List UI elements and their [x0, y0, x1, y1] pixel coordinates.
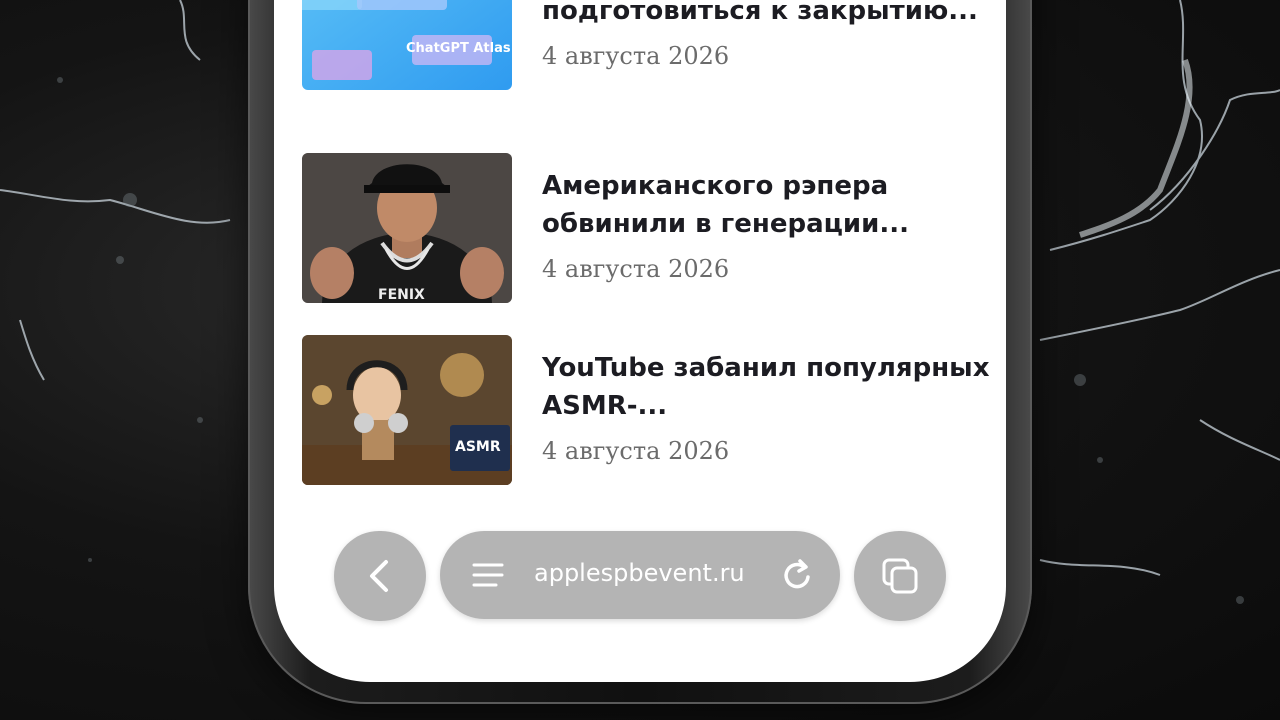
menu-icon[interactable] — [472, 561, 504, 589]
rapper-photo: FENIX — [302, 153, 512, 303]
back-button[interactable] — [334, 531, 426, 621]
article-thumbnail[interactable]: ASMR — [302, 335, 512, 485]
thumb-caption: ChatGPT Atlas — [406, 41, 511, 56]
chevron-left-icon — [370, 560, 388, 592]
address-bar[interactable]: applespbevent.ru — [440, 531, 840, 619]
asmr-label: ASMR — [455, 439, 501, 455]
tabs-icon — [882, 558, 918, 594]
article-item[interactable]: ASMR YouTube забанил популярных ASMR-...… — [302, 335, 992, 485]
asmr-illustration: ASMR — [302, 335, 512, 485]
svg-text:FENIX: FENIX — [378, 287, 425, 303]
article-date: 4 августа 2026 — [542, 42, 730, 70]
article-date: 4 августа 2026 — [542, 437, 730, 465]
article-item[interactable]: ChatGPT Atlas OpenAI объяснила, как подг… — [302, 0, 992, 90]
article-title[interactable]: YouTube забанил популярных ASMR-... — [542, 349, 992, 425]
article-thumbnail[interactable]: FENIX — [302, 153, 512, 303]
chatgpt-atlas-image: ChatGPT Atlas — [302, 0, 512, 90]
article-date: 4 августа 2026 — [542, 255, 730, 283]
article-item[interactable]: FENIX Американского рэпера обвинили в ге… — [302, 153, 992, 303]
tabs-button[interactable] — [854, 531, 946, 621]
article-title[interactable]: Американского рэпера обвинили в генераци… — [542, 167, 992, 243]
article-title[interactable]: OpenAI объяснила, как подготовиться к за… — [542, 0, 992, 30]
article-thumbnail[interactable]: ChatGPT Atlas — [302, 0, 512, 90]
url-text[interactable]: applespbevent.ru — [534, 559, 745, 587]
reload-icon[interactable] — [782, 559, 814, 593]
phone-screen: ChatGPT Atlas OpenAI объяснила, как подг… — [274, 0, 1006, 682]
